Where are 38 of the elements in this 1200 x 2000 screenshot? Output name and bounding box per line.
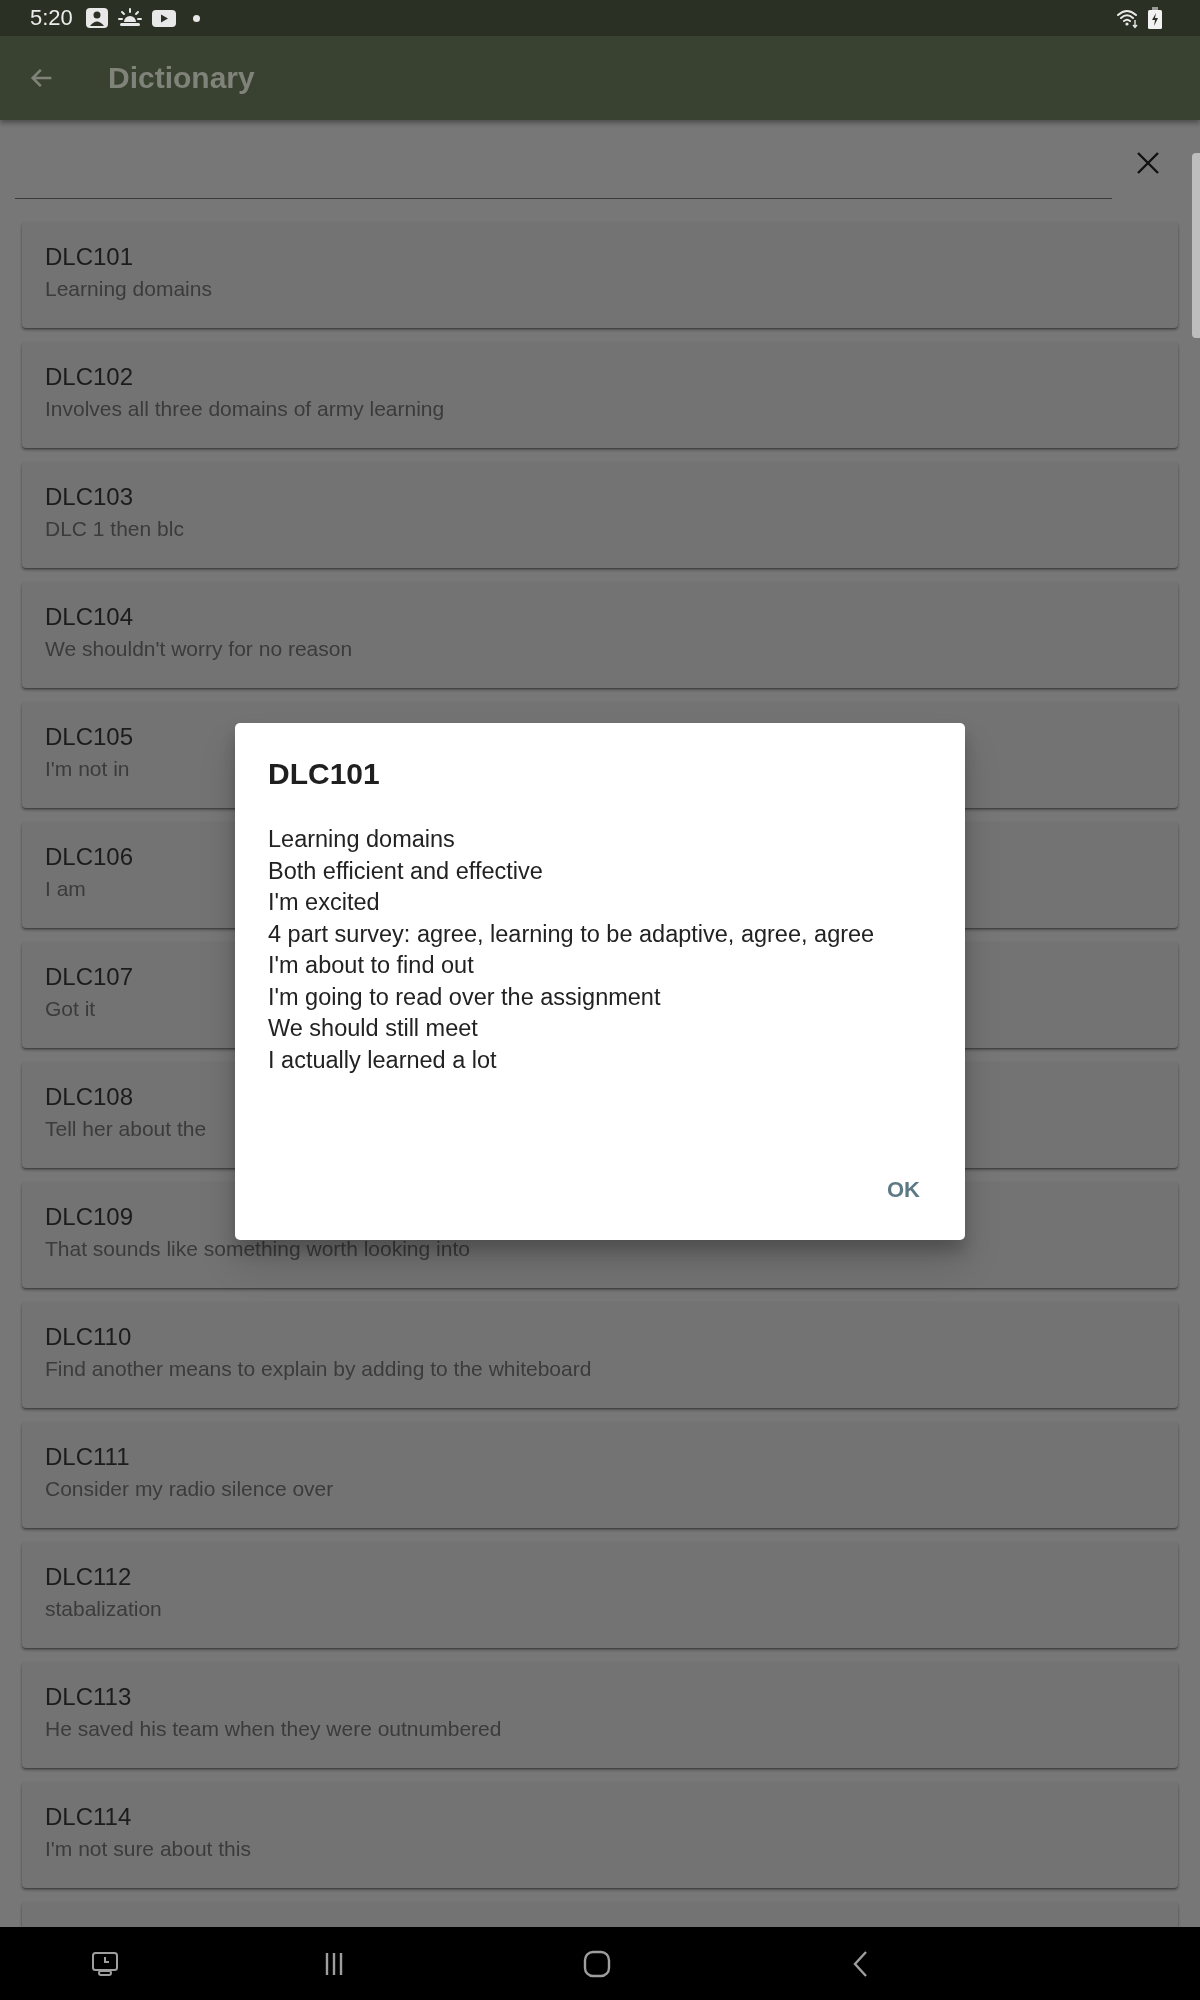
dialog-text-line: We should still meet: [268, 1014, 478, 1043]
entry-term: DLC104: [45, 602, 134, 632]
entry-term: DLC112: [45, 1562, 132, 1592]
entry-definition: I am: [45, 876, 86, 902]
entry-definition: stabalization: [45, 1596, 162, 1622]
dialog-text-line: 4 part survey: agree, learning to be adaptive, agree, agree: [268, 919, 875, 949]
entry-term: DLC111: [45, 1442, 130, 1472]
entry-definition: He saved his team when they were outnumbered: [45, 1716, 502, 1742]
entry-term: DLC108: [45, 1082, 134, 1112]
entry-term: DLC114: [45, 1802, 132, 1832]
entry-definition: Got it: [45, 996, 96, 1022]
entry-definition: Tell her about the: [45, 1116, 207, 1142]
dialog-text-line: I actually learned a lot: [268, 1045, 497, 1075]
app-title: Dictionary: [108, 61, 255, 95]
entry-term: DLC103: [45, 482, 134, 512]
entry-term: DLC107: [45, 962, 134, 992]
entry-definition: Consider my radio silence over: [45, 1476, 334, 1502]
entry-term: DLC105: [45, 722, 134, 752]
dialog-text-line: I'm about to find out: [268, 951, 474, 980]
entry-term: DLC102: [45, 362, 134, 392]
entry-term: DLC106: [45, 842, 134, 872]
entry-definition: DLC 1 then blc: [45, 516, 184, 542]
dialog-text-line: Learning domains: [268, 825, 455, 854]
entry-term: DLC110: [45, 1322, 132, 1352]
dialog-text-line: I'm excited: [268, 888, 380, 917]
entry-term: DLC113: [45, 1682, 132, 1712]
entry-term: DLC101: [45, 242, 134, 272]
entry-definition: Find another means to explain by adding to the whiteboard: [45, 1356, 592, 1382]
status-time: 5:20: [30, 5, 73, 31]
entry-definition: I'm not sure about this: [45, 1836, 251, 1862]
dialog-text-line: Both efficient and effective: [268, 856, 543, 886]
entry-term: DLC109: [45, 1202, 134, 1232]
dialog-title: DLC101: [268, 756, 380, 792]
entry-definition: Involves all three domains of army learning: [45, 396, 445, 422]
entry-definition: We shouldn't worry for no reason: [45, 636, 353, 662]
entry-definition: I'm not in: [45, 756, 130, 782]
entry-definition: Learning domains: [45, 276, 212, 302]
dialog-text-line: I'm going to read over the assignment: [268, 982, 661, 1012]
